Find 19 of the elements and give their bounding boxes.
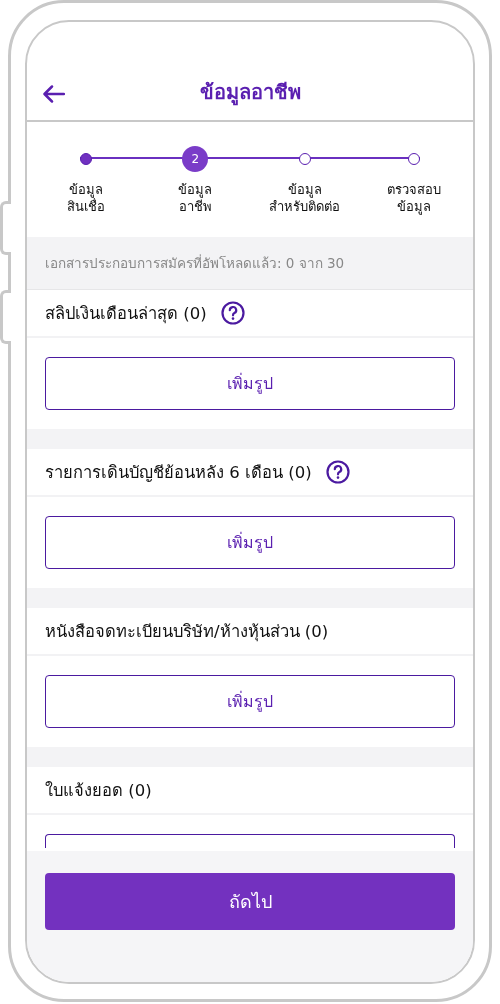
document-title: หนังสือจดทะเบียนบริษัท/ห้างหุ้นส่วน (0) [45,621,329,644]
document-title: ใบแจ้งยอด (0) [45,780,152,802]
document-title: สลิปเงินเดือนล่าสุด (0) [45,303,207,326]
back-arrow-icon[interactable] [43,85,65,103]
document-title: รายการเดินบัญชีย้อนหลัง 6 เดือน (0) [45,462,312,484]
add-photo-button[interactable] [45,834,455,848]
add-photo-button[interactable]: เพิ่มรูป [45,357,455,410]
add-photo-button[interactable]: เพิ่มรูป [45,675,455,728]
next-button[interactable]: ถัดไป [45,873,455,930]
page-title: ข้อมูลอาชีพ [199,80,301,104]
step-label: ข้อมูล สำหรับติดต่อ [269,181,341,215]
add-photo-button[interactable]: เพิ่มรูป [45,516,455,569]
step-label: ข้อมูล สินเชื่อ [66,181,105,215]
step-label: ตรวจสอบ ข้อมูล [387,181,442,215]
step-indicator: 2 [182,146,209,172]
help-icon[interactable] [220,301,245,325]
upload-count-text: เอกสารประกอบการสมัครที่อัพโหลดแล้ว: 0 จาก 30 [45,253,345,273]
step-label: ข้อมูล อาชีพ [178,181,213,215]
help-icon[interactable] [325,460,350,484]
